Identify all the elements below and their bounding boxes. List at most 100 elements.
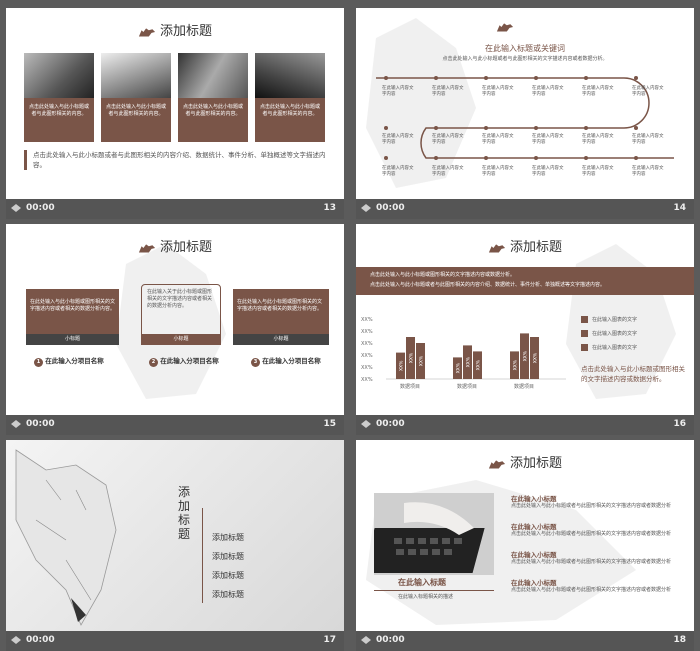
slide-number: 16 bbox=[673, 419, 686, 429]
timeline-dot bbox=[584, 156, 588, 160]
point-heading: 在此输入小标题 bbox=[511, 579, 557, 587]
timestamp: 00:00 bbox=[26, 419, 55, 429]
point-heading: 在此输入小标题 bbox=[511, 495, 557, 503]
timeline-dot bbox=[384, 156, 388, 160]
toc-item-4[interactable]: 添加标题 bbox=[212, 589, 244, 600]
timeline-label: 在此输入内容文字内容 bbox=[532, 86, 564, 97]
timeline-label: 在此输入内容文字内容 bbox=[432, 134, 464, 145]
timeline-label: 在此输入内容文字内容 bbox=[432, 86, 464, 97]
card-text-4: 点击此处输入与此小标题或者与此图形相关的内容。 bbox=[255, 98, 325, 142]
caption-underline bbox=[374, 590, 494, 591]
timestamp: 00:00 bbox=[376, 419, 405, 429]
timeline-label: 在此输入内容文字内容 bbox=[482, 86, 514, 97]
wolf-icon bbox=[488, 243, 506, 252]
point-text: 点击此处输入与此小标题或者与此图形相关的文字描述内容或者数据分析 bbox=[511, 587, 672, 593]
item-label-3: 3 在此输入分项目名称 bbox=[251, 355, 321, 367]
team-photo-3 bbox=[178, 53, 248, 98]
timeline-dot bbox=[434, 76, 438, 80]
y-tick-label: XX% bbox=[361, 317, 373, 323]
y-tick-label: XX% bbox=[361, 365, 373, 371]
timeline-dot bbox=[634, 156, 638, 160]
team-photo-4 bbox=[255, 53, 325, 98]
legend-label: 在此输入图表的文字 bbox=[592, 317, 638, 323]
slide-13[interactable]: 添加标题 点击此处输入与此小标题或者与此图形相关的内容。 点击此处输入与此小标题… bbox=[6, 8, 344, 199]
item-tag-1: 小标题 bbox=[26, 334, 119, 345]
play-icon bbox=[11, 204, 21, 212]
timeline-label: 在此输入内容文字内容 bbox=[582, 134, 614, 145]
slide-number: 13 bbox=[323, 203, 336, 213]
timeline-dot bbox=[434, 126, 438, 130]
slide-number: 17 bbox=[323, 635, 336, 645]
slide-number: 14 bbox=[673, 203, 686, 213]
keyboard-photo bbox=[374, 493, 494, 575]
timeline-label: 在此输入内容文字内容 bbox=[382, 166, 414, 177]
slide-number: 18 bbox=[673, 635, 686, 645]
timestamp: 00:00 bbox=[26, 635, 55, 645]
slide-17-footer: 00:00 17 bbox=[6, 631, 344, 651]
point-text: 点击此处输入与此小标题或者与此图形相关的文字描述内容或者数据分析 bbox=[511, 559, 672, 565]
chart-legend: 在此输入图表的文字 在此输入图表的文字 在此输入图表的文字 bbox=[581, 316, 637, 358]
timestamp: 00:00 bbox=[376, 203, 405, 213]
timeline-dot bbox=[384, 126, 388, 130]
point-3: 在此输入小标题 点击此处输入与此小标题或者与此图形相关的文字描述内容或者数据分析 bbox=[511, 549, 686, 566]
slide-title: 添加标题 bbox=[6, 20, 344, 39]
chart-note: 点击此处输入与此小标题或图形相关的文字描述内容或数据分析。 bbox=[581, 365, 685, 383]
timeline-dot bbox=[634, 126, 638, 130]
slide-15[interactable]: 添加标题 在此处输入与此小标题或图形相关的文字描述内容或者相关的数据分析内容。 … bbox=[6, 224, 344, 415]
slide-14[interactable]: 在此输入标题或关键词 点击此处输入与此小标题或者与此图形相关的文字描述内容或者数… bbox=[356, 8, 694, 199]
timeline-label: 在此输入内容文字内容 bbox=[632, 134, 664, 145]
legend-label: 在此输入图表的文字 bbox=[592, 345, 638, 351]
timeline-dot bbox=[634, 76, 638, 80]
timestamp: 00:00 bbox=[376, 635, 405, 645]
image-caption: 在此输入标题 bbox=[398, 578, 446, 587]
number-badge: 2 bbox=[149, 358, 158, 367]
bar-data-label: XX% bbox=[523, 350, 529, 361]
timeline-dot bbox=[534, 156, 538, 160]
legend-item: 在此输入图表的文字 bbox=[581, 316, 637, 323]
wolf-icon bbox=[138, 27, 156, 36]
timeline-dot bbox=[384, 76, 388, 80]
x-tick-label: 数据项目 bbox=[400, 383, 420, 390]
bar-data-label: XX% bbox=[476, 359, 482, 370]
card-text-2: 点击此处输入与此小标题或者与此图形相关的内容。 bbox=[101, 98, 171, 142]
point-text: 点击此处输入与此小标题或者与此图形相关的文字描述内容或者数据分析 bbox=[511, 531, 672, 537]
legend-item: 在此输入图表的文字 bbox=[581, 330, 637, 337]
timeline-label: 在此输入内容文字内容 bbox=[632, 166, 664, 177]
slide-number: 15 bbox=[323, 419, 336, 429]
y-tick-label: XX% bbox=[361, 377, 373, 383]
slide-16[interactable]: 添加标题 点击此处输入与此小标题或图形相关的文字描述内容或数据分析。 点击此处输… bbox=[356, 224, 694, 415]
timeline-label: 在此输入内容文字内容 bbox=[432, 166, 464, 177]
number-badge: 1 bbox=[34, 358, 43, 367]
point-4: 在此输入小标题 点击此处输入与此小标题或者与此图形相关的文字描述内容或者数据分析 bbox=[511, 577, 686, 594]
timeline-dot bbox=[484, 76, 488, 80]
item-label-2: 2 在此输入分项目名称 bbox=[149, 355, 219, 367]
timeline-label: 在此输入内容文字内容 bbox=[482, 134, 514, 145]
wolf-icon bbox=[138, 243, 156, 252]
number-badge: 3 bbox=[251, 358, 260, 367]
banner-line-1: 点击此处输入与此小标题或图形相关的文字描述内容或数据分析。 bbox=[370, 272, 516, 278]
play-icon bbox=[361, 636, 371, 644]
legend-swatch bbox=[581, 344, 588, 351]
legend-swatch bbox=[581, 316, 588, 323]
legend-label: 在此输入图表的文字 bbox=[592, 331, 638, 337]
bar-data-label: XX% bbox=[409, 352, 415, 363]
toc-divider bbox=[202, 508, 203, 603]
point-heading: 在此输入小标题 bbox=[511, 551, 557, 559]
timeline-label: 在此输入内容文字内容 bbox=[632, 86, 664, 97]
x-tick-label: 数据项目 bbox=[514, 383, 534, 390]
slide-18[interactable]: 添加标题 在此输入标题 在此输入标题相关的描述 在此输入小标题 点击此处输入与此… bbox=[356, 440, 694, 631]
point-2: 在此输入小标题 点击此处输入与此小标题或者与此图形相关的文字描述内容或者数据分析 bbox=[511, 521, 686, 538]
y-tick-label: XX% bbox=[361, 341, 373, 347]
toc-item-1[interactable]: 添加标题 bbox=[212, 532, 244, 543]
wolf-icon bbox=[488, 459, 506, 468]
play-icon bbox=[361, 204, 371, 212]
card-text-3: 点击此处输入与此小标题或者与此图形相关的内容。 bbox=[178, 98, 248, 142]
toc-item-2[interactable]: 添加标题 bbox=[212, 551, 244, 562]
slide-17[interactable]: 添加标题 添加标题 添加标题 添加标题 添加标题 bbox=[6, 440, 344, 631]
timeline-label: 在此输入内容文字内容 bbox=[532, 134, 564, 145]
play-icon bbox=[361, 420, 371, 428]
slide-18-footer: 00:00 18 bbox=[356, 631, 694, 651]
toc-item-3[interactable]: 添加标题 bbox=[212, 570, 244, 581]
play-icon bbox=[11, 636, 21, 644]
timestamp: 00:00 bbox=[26, 203, 55, 213]
